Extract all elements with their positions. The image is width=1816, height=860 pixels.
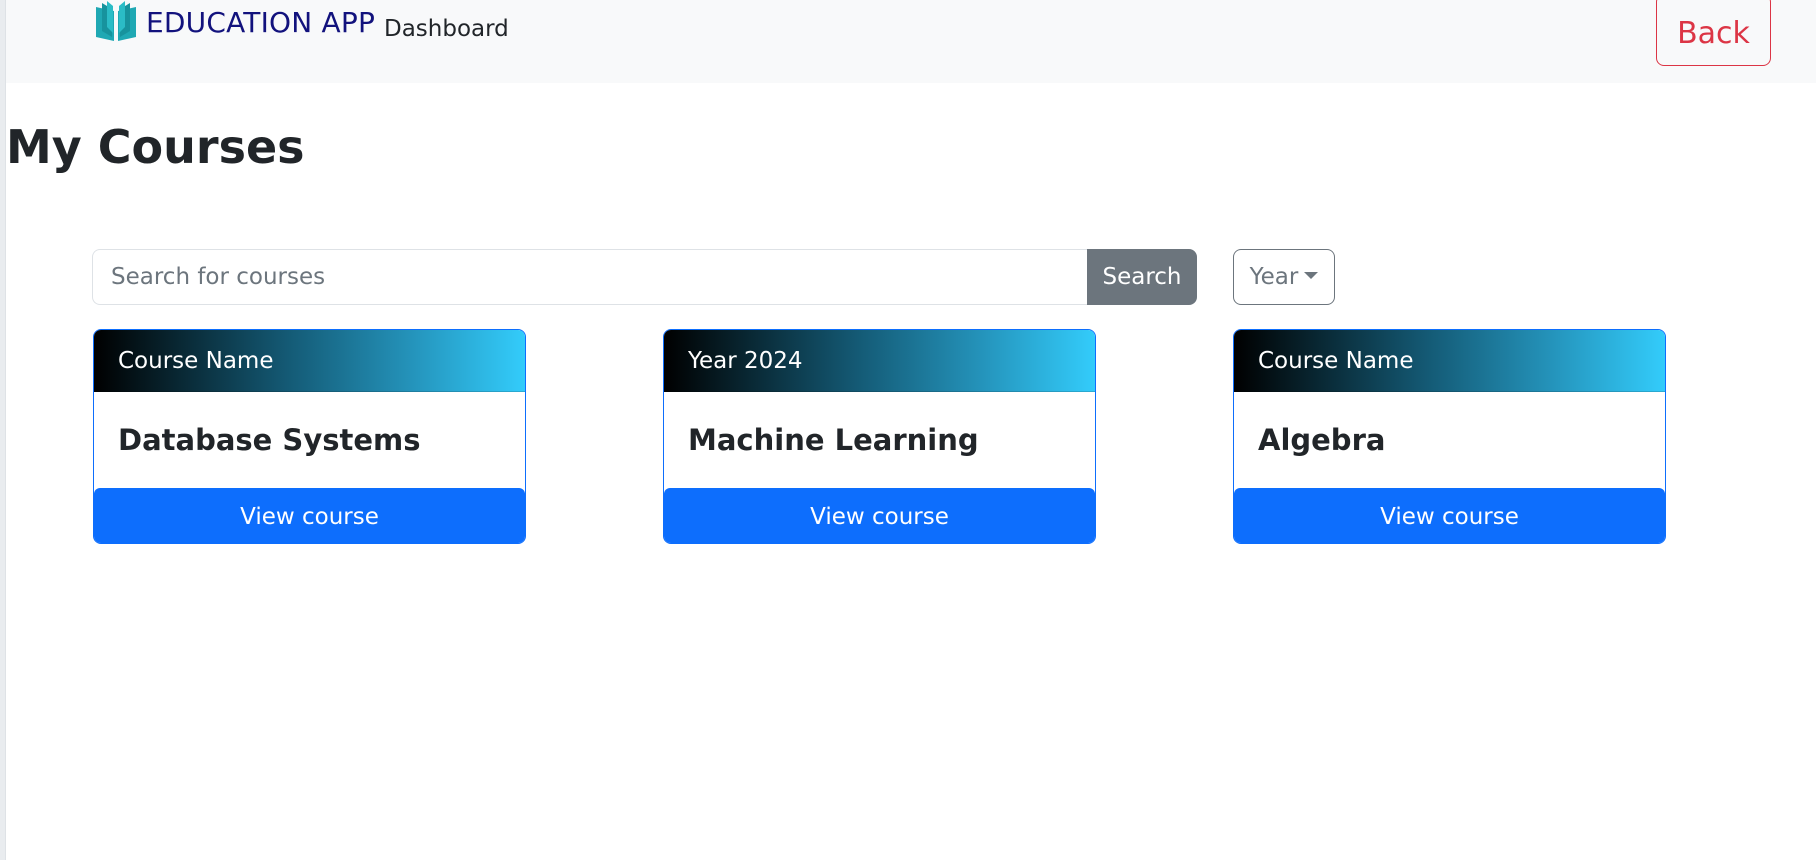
course-title: Algebra [1258, 423, 1386, 457]
year-filter-label: Year [1249, 264, 1299, 290]
back-button[interactable]: Back [1656, 0, 1771, 66]
search-group: Search [92, 249, 1197, 305]
view-course-button[interactable]: View course [664, 488, 1095, 543]
course-card: Year 2024 Machine Learning View course [663, 329, 1096, 544]
course-card-header-label: Year 2024 [688, 347, 803, 374]
nav-link-dashboard[interactable]: Dashboard [384, 16, 509, 42]
brand[interactable]: EDUCATION APP [94, 0, 375, 44]
view-course-button[interactable]: View course [94, 488, 525, 543]
course-card-header-label: Course Name [1258, 347, 1414, 374]
course-title: Database Systems [118, 423, 421, 457]
view-course-button[interactable]: View course [1234, 488, 1665, 543]
course-card-body: Algebra [1234, 392, 1665, 488]
course-card-body: Machine Learning [664, 392, 1095, 488]
course-card-header: Year 2024 [664, 330, 1095, 392]
course-card-header: Course Name [94, 330, 525, 392]
chevron-down-icon [1304, 271, 1319, 279]
course-card: Course Name Database Systems View course [93, 329, 526, 544]
page-title: My Courses [6, 120, 305, 174]
course-card: Course Name Algebra View course [1233, 329, 1666, 544]
open-book-icon [96, 1, 136, 41]
course-card-header: Course Name [1234, 330, 1665, 392]
navbar: EDUCATION APP Dashboard Back [6, 0, 1816, 83]
search-button[interactable]: Search [1087, 249, 1197, 305]
course-title: Machine Learning [688, 423, 979, 457]
year-filter-dropdown[interactable]: Year [1233, 249, 1335, 305]
course-card-body: Database Systems [94, 392, 525, 488]
brand-title: EDUCATION APP [146, 5, 376, 39]
search-input[interactable] [92, 249, 1087, 305]
course-card-header-label: Course Name [118, 347, 274, 374]
